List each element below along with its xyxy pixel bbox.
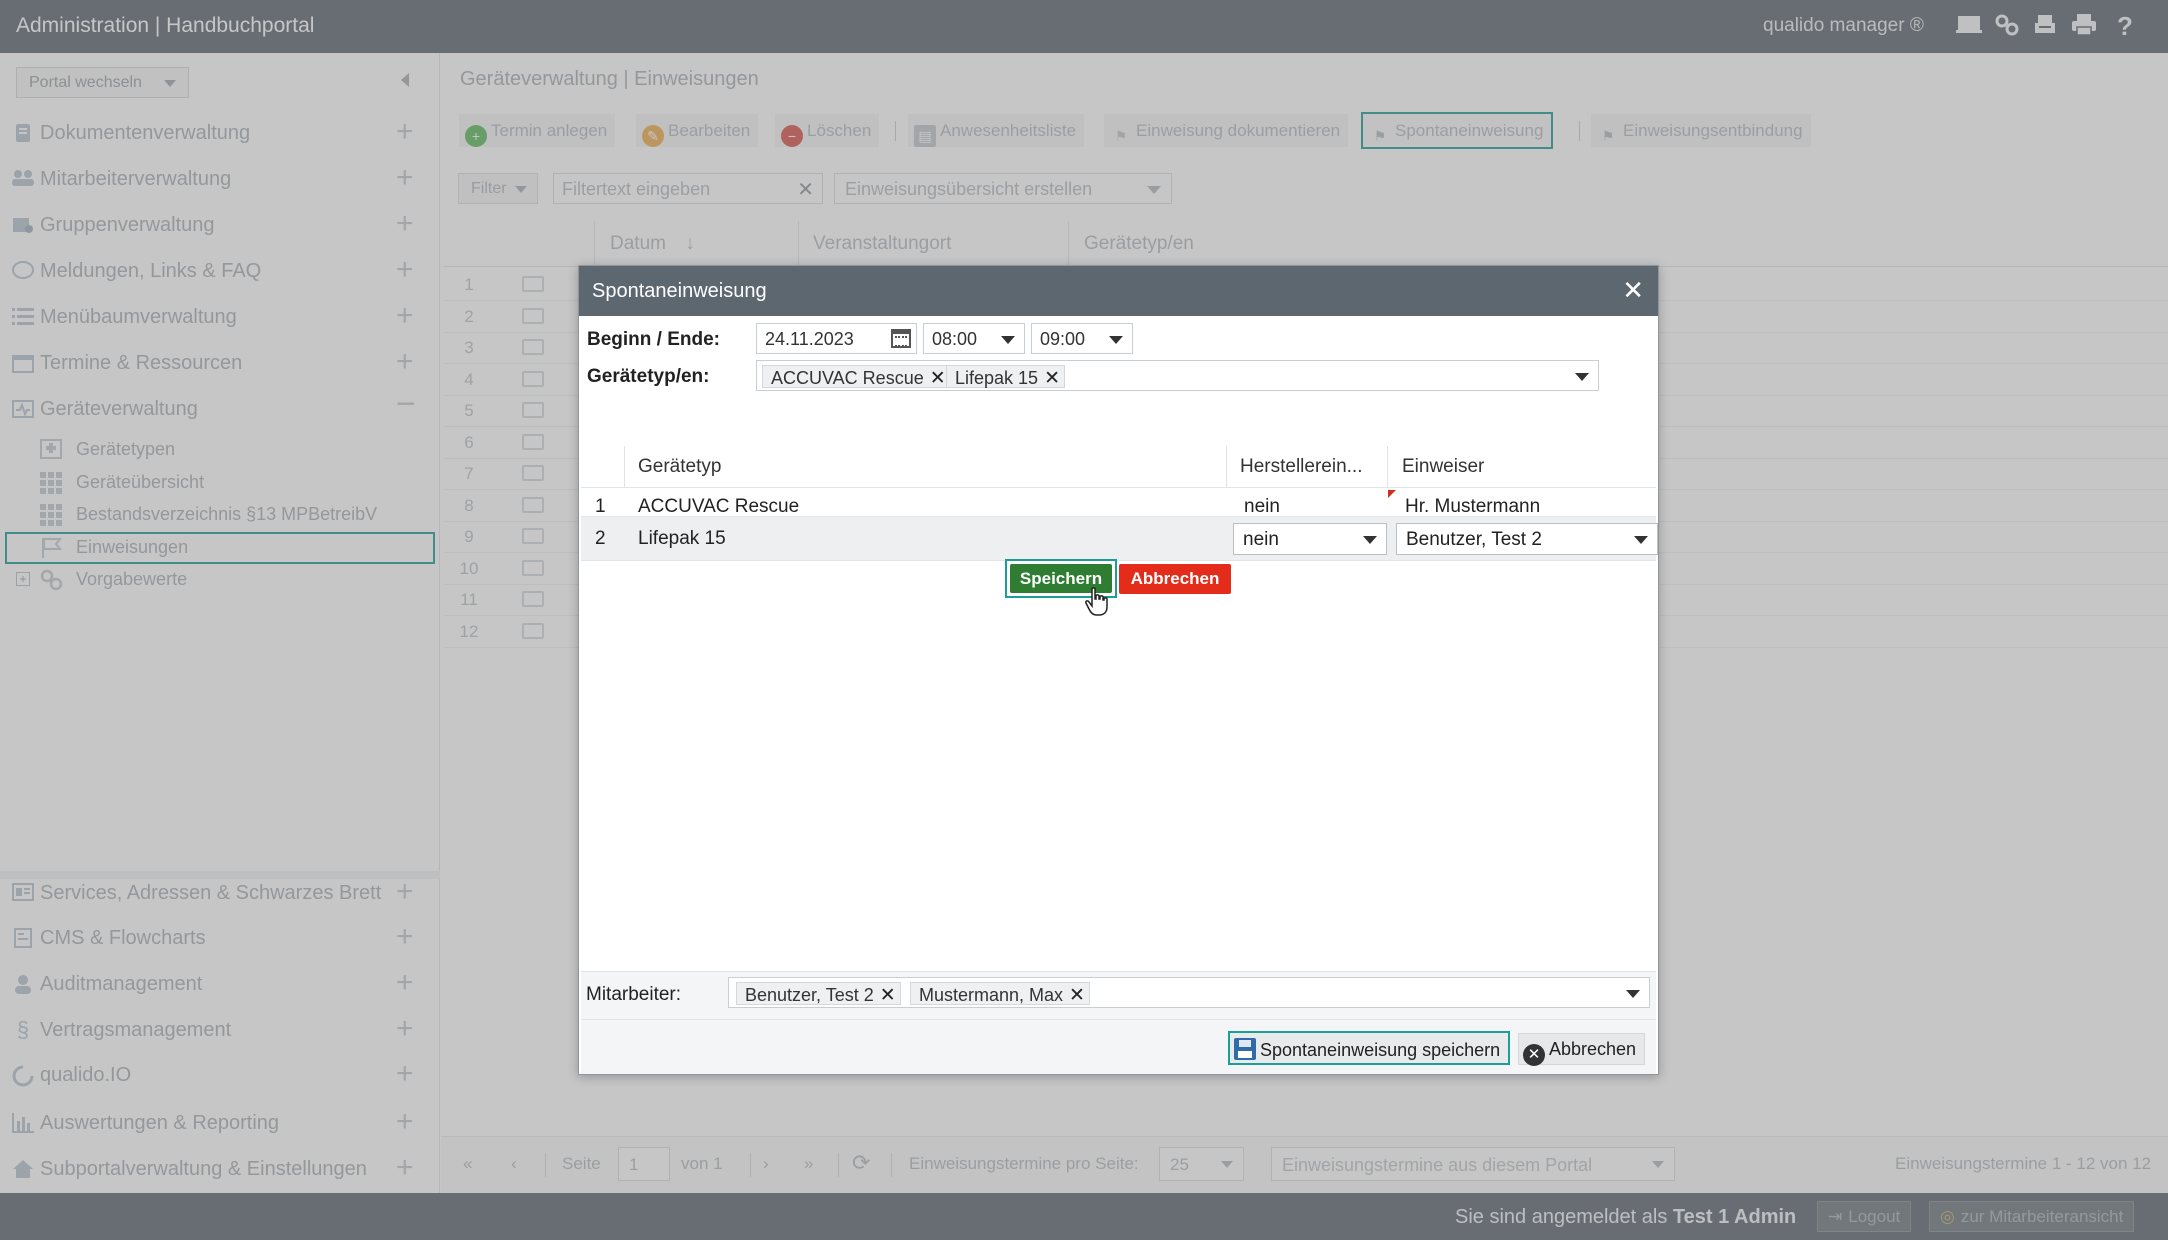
row-number: 1: [595, 496, 606, 517]
close-icon[interactable]: ✕: [1622, 275, 1644, 306]
row-geraetetyp: Lifepak 15: [638, 528, 726, 549]
column-geraetetyp: Gerätetyp: [638, 456, 722, 477]
tag-device: ACCUVAC Rescue ✕: [762, 365, 951, 389]
employees-multiselect[interactable]: Benutzer, Test 2 ✕ Mustermann, Max ✕: [728, 977, 1650, 1008]
column-divider: [624, 446, 625, 488]
hersteller-select[interactable]: nein: [1233, 523, 1387, 555]
dirty-marker: [1388, 490, 1396, 498]
device-types-multiselect[interactable]: ACCUVAC Rescue ✕ Lifepak 15 ✕: [756, 360, 1599, 391]
button-label: Abbrechen: [1549, 1039, 1637, 1059]
device-types-label: Gerätetyp/en:: [587, 366, 710, 387]
row-cancel-button[interactable]: Abbrechen: [1119, 564, 1231, 594]
tag-label: Benutzer, Test 2: [745, 985, 874, 1005]
chevron-down-icon: [1626, 990, 1640, 998]
chevron-down-icon: [1109, 336, 1123, 344]
row-geraetetyp: ACCUVAC Rescue: [638, 496, 800, 517]
cancel-circle-icon: ✕: [1523, 1044, 1545, 1066]
chevron-down-icon: [1001, 336, 1015, 344]
hand-cursor-icon: [1085, 587, 1109, 617]
dialog-cancel-button[interactable]: ✕ Abbrechen: [1518, 1033, 1646, 1066]
einweiser-select[interactable]: Benutzer, Test 2: [1396, 523, 1658, 555]
chevron-down-icon: [1575, 373, 1589, 381]
tag-label: ACCUVAC Rescue: [771, 368, 924, 388]
select-value: nein: [1243, 529, 1279, 550]
column-divider: [1226, 446, 1227, 488]
save-spontaneinweisung-button[interactable]: Spontaneinweisung speichern: [1228, 1031, 1511, 1065]
row-number: 2: [595, 528, 606, 549]
select-value: Benutzer, Test 2: [1406, 529, 1542, 550]
tag-label: Mustermann, Max: [919, 985, 1064, 1005]
tag-employee: Mustermann, Max ✕: [910, 982, 1090, 1006]
remove-tag-icon[interactable]: ✕: [1044, 368, 1060, 389]
dialog-title: Spontaneinweisung: [592, 280, 767, 302]
remove-tag-icon[interactable]: ✕: [930, 368, 946, 389]
chevron-down-icon: [1634, 536, 1648, 544]
date-value: 24.11.2023: [765, 329, 854, 349]
calendar-icon[interactable]: [891, 329, 911, 348]
tag-device: Lifepak 15 ✕: [946, 365, 1065, 389]
start-time-select[interactable]: 08:00: [923, 323, 1025, 354]
employees-label: Mitarbeiter:: [586, 984, 682, 1005]
save-disk-icon: [1234, 1038, 1256, 1060]
row-einweiser: Hr. Mustermann: [1405, 496, 1541, 517]
remove-tag-icon[interactable]: ✕: [880, 985, 896, 1006]
chevron-down-icon: [1363, 536, 1377, 544]
column-herstellereinweisung: Herstellerein...: [1240, 456, 1363, 477]
spontaneinweisung-dialog: Spontaneinweisung ✕ Beginn / Ende: 24.11…: [578, 265, 1659, 1075]
button-label: Spontaneinweisung speichern: [1260, 1040, 1501, 1060]
date-input[interactable]: 24.11.2023: [756, 323, 917, 354]
row-hersteller: nein: [1244, 496, 1280, 517]
tag-label: Lifepak 15: [955, 368, 1039, 388]
column-divider: [1387, 446, 1388, 488]
dialog-header: Spontaneinweisung ✕: [579, 266, 1658, 316]
end-time-select[interactable]: 09:00: [1031, 323, 1133, 354]
table-row-editing[interactable]: 2 Lifepak 15 nein Benutzer, Test 2: [581, 516, 1658, 561]
dialog-divider: [581, 1019, 1656, 1020]
tag-employee: Benutzer, Test 2 ✕: [736, 982, 901, 1006]
remove-tag-icon[interactable]: ✕: [1069, 985, 1085, 1006]
begin-end-label: Beginn / Ende:: [587, 329, 720, 350]
column-einweiser: Einweiser: [1402, 456, 1485, 477]
select-value: 08:00: [932, 329, 978, 349]
device-table-header: Gerätetyp Herstellerein... Einweiser: [581, 446, 1656, 488]
select-value: 09:00: [1040, 329, 1086, 349]
